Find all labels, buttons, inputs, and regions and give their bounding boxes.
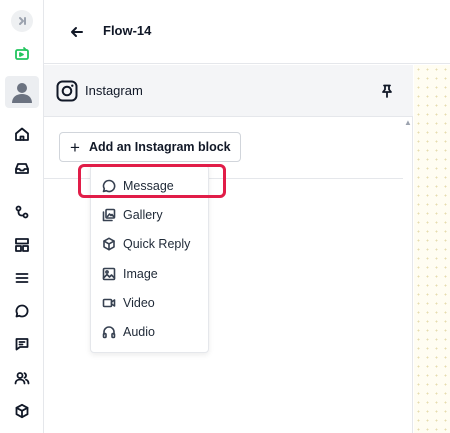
arrow-left-icon	[71, 27, 83, 37]
image-icon	[102, 267, 116, 281]
list-icon	[15, 273, 29, 283]
sidebar-item-layout[interactable]	[10, 233, 34, 257]
menu-item-label: Gallery	[123, 208, 163, 222]
menu-item-label: Audio	[123, 325, 155, 339]
sidebar-item-box[interactable]	[10, 399, 34, 423]
highlight-box	[78, 164, 226, 198]
cube-icon	[103, 237, 115, 251]
menu-item-label: Image	[123, 267, 158, 281]
flows-icon	[15, 205, 29, 219]
layout-icon	[15, 238, 29, 252]
left-sidebar	[0, 0, 44, 433]
sidebar-item-chat[interactable]	[10, 299, 34, 323]
chat-icon	[15, 304, 29, 318]
menu-item-gallery[interactable]: Gallery	[91, 202, 208, 228]
users-icon	[14, 372, 30, 385]
flow-canvas[interactable]	[414, 65, 450, 433]
plus-icon: +	[70, 137, 80, 157]
box-icon	[15, 403, 29, 419]
avatar-icon	[12, 83, 32, 103]
menu-item-video[interactable]: Video	[91, 290, 208, 316]
back-button[interactable]	[68, 23, 86, 41]
message-square-icon	[15, 338, 29, 351]
menu-item-quick-reply[interactable]: Quick Reply	[91, 231, 208, 257]
gallery-icon	[102, 208, 116, 222]
panel-header: Instagram	[44, 65, 413, 117]
sidebar-item-inbox[interactable]	[10, 156, 34, 180]
user-avatar[interactable]	[5, 76, 39, 108]
collapse-icon	[19, 17, 26, 25]
menu-item-label: Video	[123, 296, 155, 310]
video-icon	[102, 298, 116, 308]
sidebar-item-bot[interactable]	[10, 42, 34, 66]
panel-title: Instagram	[85, 83, 143, 98]
sidebar-item-home[interactable]	[10, 122, 34, 146]
pin-button[interactable]	[378, 82, 396, 100]
bot-icon	[15, 47, 29, 60]
instagram-icon	[56, 80, 78, 102]
home-icon	[15, 127, 29, 141]
pin-icon	[382, 84, 392, 98]
collapse-sidebar-button[interactable]	[11, 10, 33, 32]
menu-item-audio[interactable]: Audio	[91, 319, 208, 345]
sidebar-item-list[interactable]	[10, 266, 34, 290]
add-instagram-block-button[interactable]: + Add an Instagram block	[59, 132, 241, 162]
add-block-label: Add an Instagram block	[88, 140, 231, 154]
sidebar-item-users[interactable]	[10, 366, 34, 390]
inbox-icon	[15, 163, 29, 174]
headphones-icon	[102, 326, 116, 339]
flow-header: Flow-14	[44, 0, 450, 64]
sidebar-item-flows[interactable]	[10, 200, 34, 224]
scrollbar-up-arrow[interactable]: ▲	[403, 118, 413, 128]
menu-item-label: Quick Reply	[123, 237, 191, 251]
menu-item-image[interactable]: Image	[91, 261, 208, 287]
flow-title: Flow-14	[103, 23, 152, 38]
sidebar-item-messages[interactable]	[10, 332, 34, 356]
